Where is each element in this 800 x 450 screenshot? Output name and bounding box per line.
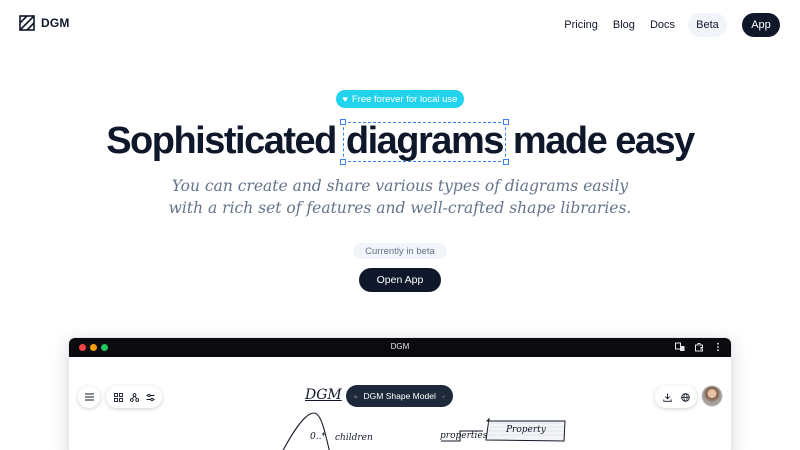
page-headline: Sophisticated diagrams made easy — [0, 119, 800, 165]
nav-docs-link[interactable]: Docs — [650, 19, 675, 31]
titlebar-icons — [675, 342, 723, 352]
connector-tool-button[interactable] — [127, 390, 141, 404]
shapes-tool-button[interactable] — [111, 390, 125, 404]
right-actions — [655, 386, 697, 408]
model-selector[interactable]: DGM Shape Model — [346, 385, 453, 407]
free-badge: ♥ Free forever for local use — [336, 90, 464, 108]
nav-blog-link[interactable]: Blog — [613, 19, 635, 31]
hero-subtext-line-1: You can create and share various types o… — [171, 177, 629, 195]
window-titlebar: DGM — [69, 338, 731, 357]
window-title: DGM — [390, 342, 410, 351]
open-app-button[interactable]: Open App — [359, 268, 441, 292]
beta-status-pill: Currently in beta — [353, 243, 447, 259]
property-box-label: Property — [505, 425, 547, 435]
headline-highlight-text: diagrams — [345, 120, 504, 162]
tool-group — [106, 386, 162, 408]
cloud-icon — [354, 395, 358, 398]
hero-subtext-line-2: with a rich set of features and well-cra… — [168, 199, 632, 217]
headline-before: Sophisticated — [106, 120, 345, 162]
translate-icon[interactable] — [675, 342, 685, 352]
top-nav: DGM Pricing Blog Docs Beta App — [0, 0, 800, 50]
download-icon — [662, 393, 672, 402]
diagram-canvas[interactable]: 0..* children properties Property DGM DG… — [69, 357, 731, 450]
globe-icon — [680, 392, 690, 402]
grid-icon — [113, 392, 123, 402]
free-badge-text: Free forever for local use — [351, 93, 458, 105]
heart-icon: ♥ — [342, 93, 348, 104]
sliders-icon — [146, 393, 154, 401]
extension-icon[interactable] — [694, 342, 704, 352]
language-button[interactable] — [678, 390, 692, 404]
model-label: DGM Shape Model — [363, 391, 436, 401]
settings-tool-button[interactable] — [143, 390, 157, 404]
document-title[interactable]: DGM — [305, 387, 342, 403]
nav-pricing-link[interactable]: Pricing — [564, 19, 598, 31]
app-button[interactable]: App — [742, 13, 780, 37]
logo-text: DGM — [41, 16, 70, 30]
network-icon — [129, 392, 139, 402]
beta-button[interactable]: Beta — [688, 13, 727, 37]
landing-page: DGM Pricing Blog Docs Beta App ♥ Free fo… — [0, 0, 800, 450]
avatar[interactable] — [702, 386, 722, 406]
headline-after: made easy — [503, 120, 695, 162]
download-button[interactable] — [660, 390, 674, 404]
properties-label: properties — [440, 431, 488, 441]
hamburger-icon — [84, 393, 94, 401]
multiplicity-label: 0..* — [310, 432, 326, 442]
more-vertical-icon[interactable] — [713, 342, 723, 352]
nav-links: Pricing Blog Docs Beta App — [564, 13, 780, 37]
headline-highlight: diagrams — [339, 119, 509, 165]
check-icon — [442, 394, 445, 398]
hero-subtext: You can create and share various types o… — [0, 175, 800, 219]
dgm-logo-icon — [19, 15, 35, 31]
app-window-preview: DGM 0..* children properties Property DG… — [69, 338, 731, 450]
menu-button[interactable] — [78, 386, 100, 408]
children-label: children — [335, 433, 373, 443]
logo[interactable]: DGM — [19, 15, 70, 31]
